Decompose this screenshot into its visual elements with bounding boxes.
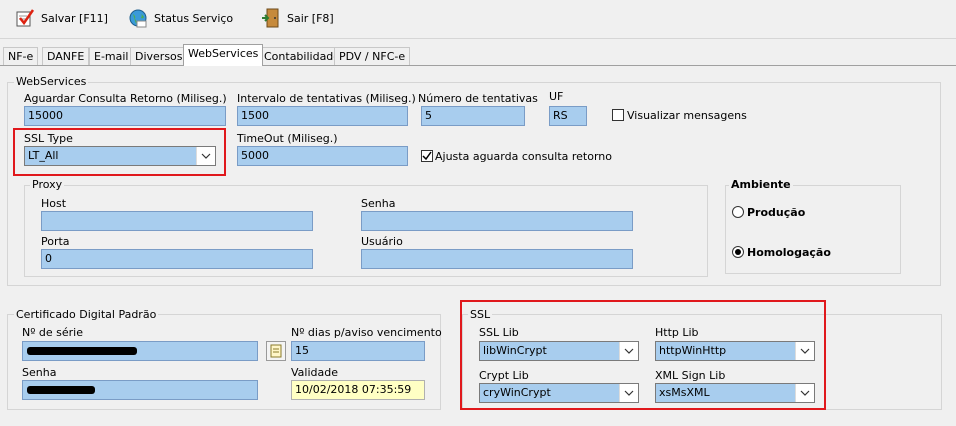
proxy-usuario-label: Usuário <box>361 235 403 248</box>
homologacao-label: Homologação <box>747 246 831 259</box>
uf-label: UF <box>549 90 564 103</box>
crypt-lib-label: Crypt Lib <box>479 369 529 382</box>
ssl-lib-select[interactable]: libWinCrypt <box>479 341 639 361</box>
status-service-label: Status Serviço <box>154 11 234 25</box>
ssl-lib-value: libWinCrypt <box>483 344 547 357</box>
certificado-group-title: Certificado Digital Padrão <box>14 308 159 321</box>
tab-diversos[interactable]: Diversos <box>130 47 188 65</box>
http-lib-value: httpWinHttp <box>659 344 727 357</box>
intervalo-label: Intervalo de tentativas (Miliseg.) <box>237 92 416 105</box>
intervalo-field[interactable]: 1500 <box>237 106 408 126</box>
crypt-lib-select[interactable]: cryWinCrypt <box>479 383 639 403</box>
uf-field[interactable]: RS <box>549 106 587 126</box>
timeout-field[interactable]: 5000 <box>237 146 408 166</box>
timeout-label: TimeOut (Miliseg.) <box>237 132 338 145</box>
xml-sign-lib-label: XML Sign Lib <box>655 369 726 382</box>
tentativas-label: Número de tentativas <box>418 92 538 105</box>
exit-button-label: Sair [F8] <box>287 11 334 25</box>
serie-label: Nº de série <box>22 326 83 339</box>
chevron-down-icon <box>795 384 814 402</box>
ambiente-group-title: Ambiente <box>729 178 793 191</box>
xml-sign-lib-value: xsMsXML <box>659 386 710 399</box>
tentativas-field[interactable]: 5 <box>421 106 525 126</box>
cert-senha-label: Senha <box>22 366 57 379</box>
select-certificate-button[interactable] <box>266 341 286 361</box>
ssl-group-title: SSL <box>468 308 493 321</box>
chevron-down-icon <box>619 342 638 360</box>
validade-field: 10/02/2018 07:35:59 <box>291 380 425 400</box>
visualizar-mensagens-label: Visualizar mensagens <box>627 109 747 122</box>
proxy-host-field[interactable] <box>41 211 313 231</box>
validade-label: Validade <box>291 366 338 379</box>
homologacao-radio[interactable] <box>732 246 744 258</box>
tab-danfe[interactable]: DANFE <box>42 47 90 65</box>
save-button[interactable]: Salvar [F11] <box>14 6 108 30</box>
ssl-type-label: SSL Type <box>24 132 73 145</box>
save-button-label: Salvar [F11] <box>41 11 108 25</box>
xml-sign-lib-select[interactable]: xsMsXML <box>655 383 815 403</box>
save-icon <box>14 7 36 29</box>
redacted-serial <box>27 347 137 355</box>
proxy-senha-field[interactable] <box>361 211 633 231</box>
producao-radio[interactable] <box>732 206 744 218</box>
exit-door-icon <box>260 7 282 29</box>
status-service-button[interactable]: Status Serviço <box>127 6 233 30</box>
redacted-password <box>27 386 95 394</box>
dias-aviso-field[interactable]: 15 <box>291 341 425 361</box>
aguardar-label: Aguardar Consulta Retorno (Miliseg.) <box>24 92 227 105</box>
exit-button[interactable]: Sair [F8] <box>260 6 334 30</box>
tab-nfe[interactable]: NF-e <box>3 47 39 65</box>
visualizar-mensagens-checkbox[interactable] <box>612 109 624 121</box>
proxy-host-label: Host <box>41 197 67 210</box>
ssl-type-value: LT_All <box>28 149 59 162</box>
ambiente-group <box>725 185 901 274</box>
http-lib-select[interactable]: httpWinHttp <box>655 341 815 361</box>
tab-email[interactable]: E-mail <box>89 47 134 65</box>
webservices-group-title: WebServices <box>14 75 89 88</box>
aguardar-field[interactable]: 15000 <box>24 106 226 126</box>
checkmark-icon <box>422 151 432 161</box>
globe-icon <box>127 7 149 29</box>
serie-field[interactable] <box>22 341 258 361</box>
ssl-type-select[interactable]: LT_All <box>24 146 216 166</box>
proxy-usuario-field[interactable] <box>361 249 633 269</box>
document-icon <box>270 344 282 358</box>
cert-senha-field[interactable] <box>22 380 258 400</box>
proxy-group-title: Proxy <box>30 178 65 191</box>
ajusta-aguarda-label: Ajusta aguarda consulta retorno <box>435 150 612 163</box>
tab-pdv-nfce[interactable]: PDV / NFC-e <box>334 47 411 65</box>
dias-aviso-label: Nº dias p/aviso vencimento <box>291 326 442 339</box>
tab-contabilidade[interactable]: Contabilidade <box>259 47 346 65</box>
producao-label: Produção <box>747 206 806 219</box>
proxy-porta-label: Porta <box>41 235 70 248</box>
chevron-down-icon <box>795 342 814 360</box>
http-lib-label: Http Lib <box>655 326 699 339</box>
ajusta-aguarda-checkbox[interactable] <box>421 150 433 162</box>
proxy-senha-label: Senha <box>361 197 396 210</box>
chevron-down-icon <box>619 384 638 402</box>
chevron-down-icon <box>196 147 215 165</box>
crypt-lib-value: cryWinCrypt <box>483 386 551 399</box>
proxy-porta-field[interactable]: 0 <box>41 249 313 269</box>
tab-webservices[interactable]: WebServices <box>183 44 264 66</box>
ssl-lib-label: SSL Lib <box>479 326 519 339</box>
